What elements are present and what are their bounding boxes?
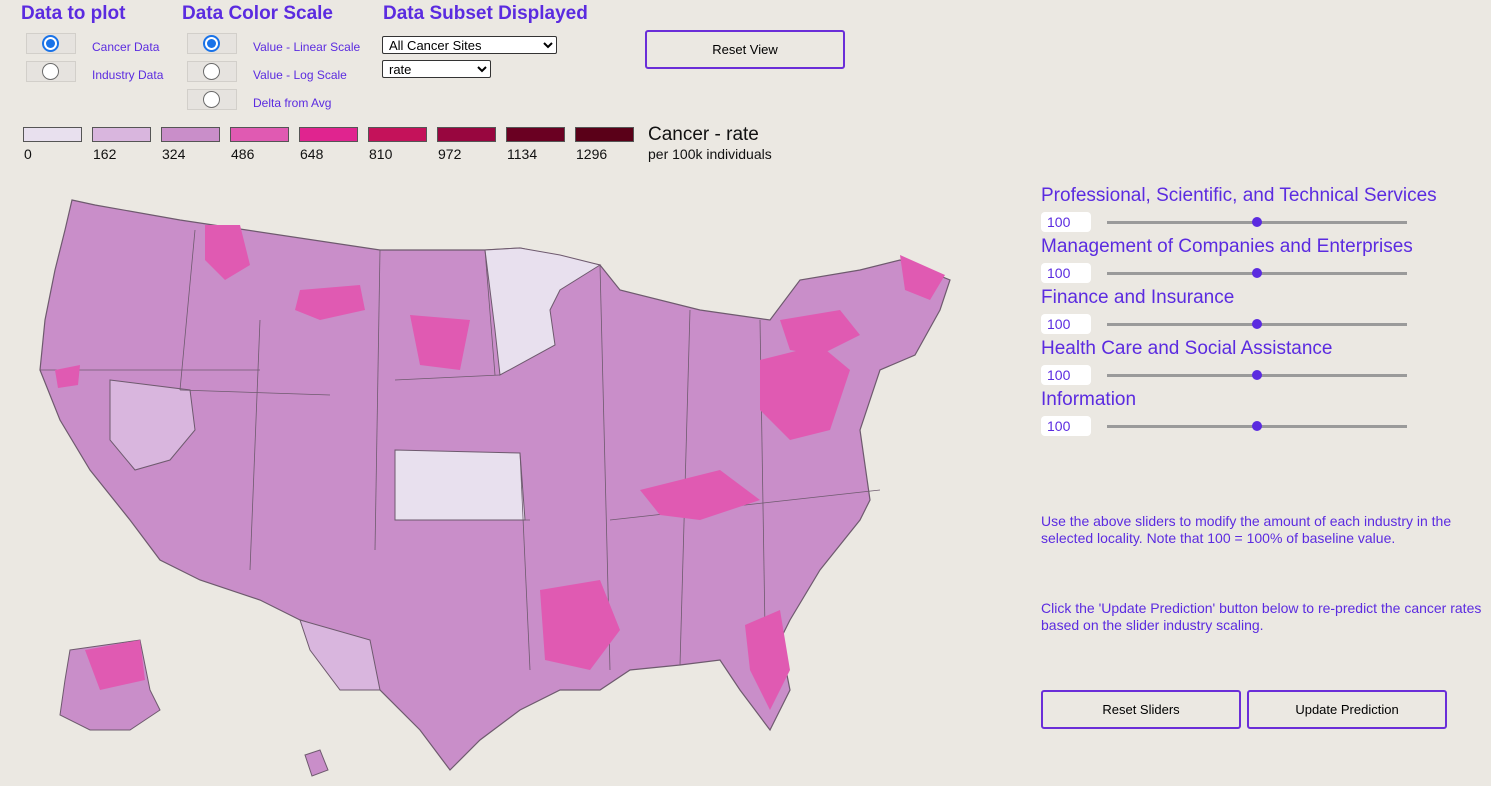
state-hawaii[interactable] [304, 749, 329, 777]
measure-select[interactable]: rate [382, 60, 491, 78]
delta-from-avg-radio[interactable] [187, 89, 237, 110]
slider-value-input[interactable]: 100 [1041, 416, 1091, 436]
slider-value-input[interactable]: 100 [1041, 263, 1091, 283]
slider-handle[interactable] [1252, 319, 1262, 329]
radio-unselected-icon [203, 63, 220, 80]
slider-handle[interactable] [1252, 421, 1262, 431]
legend-tick-label: 1296 [576, 146, 608, 162]
radio-selected-icon [42, 35, 59, 52]
legend-swatch [437, 127, 496, 142]
slider-label: Professional, Scientific, and Technical … [1041, 185, 1437, 206]
cancer-data-label: Cancer Data [92, 40, 160, 54]
slider-value-input[interactable]: 100 [1041, 212, 1091, 232]
linear-scale-label: Value - Linear Scale [253, 40, 361, 54]
industry-data-radio[interactable] [26, 61, 76, 82]
legend-tick-label: 486 [231, 146, 255, 162]
log-scale-radio[interactable] [187, 61, 237, 82]
legend-swatch [299, 127, 358, 142]
industry-data-label: Industry Data [92, 68, 164, 82]
slider-value-input[interactable]: 100 [1041, 365, 1091, 385]
legend-swatch [506, 127, 565, 142]
data-subset-heading: Data Subset Displayed [383, 3, 588, 24]
legend-tick-label: 648 [300, 146, 324, 162]
slider-label: Finance and Insurance [1041, 287, 1235, 308]
legend-swatch [92, 127, 151, 142]
legend-swatch [230, 127, 289, 142]
linear-scale-radio[interactable] [187, 33, 237, 54]
legend-tick-label: 0 [24, 146, 32, 162]
radio-unselected-icon [42, 63, 59, 80]
legend-swatch [161, 127, 220, 142]
slider-label: Health Care and Social Assistance [1041, 338, 1333, 359]
us-county-map[interactable] [0, 170, 990, 786]
slider-value-input[interactable]: 100 [1041, 314, 1091, 334]
cancer-site-select[interactable]: All Cancer Sites [382, 36, 557, 54]
log-scale-label: Value - Log Scale [253, 68, 347, 82]
state-regions [39, 199, 951, 777]
legend-swatch [368, 127, 427, 142]
radio-selected-icon [203, 35, 220, 52]
update-prediction-button[interactable]: Update Prediction [1247, 690, 1447, 729]
legend-tick-label: 1134 [507, 146, 538, 162]
state-kansas[interactable] [394, 449, 526, 521]
slider-label: Management of Companies and Enterprises [1041, 236, 1413, 257]
data-color-scale-heading: Data Color Scale [182, 3, 333, 24]
legend-subtitle: per 100k individuals [648, 146, 772, 162]
slider-handle[interactable] [1252, 217, 1262, 227]
legend-swatch [575, 127, 634, 142]
legend-title: Cancer - rate [648, 124, 759, 145]
data-to-plot-heading: Data to plot [21, 3, 126, 24]
radio-unselected-icon [203, 91, 220, 108]
slider-handle[interactable] [1252, 268, 1262, 278]
slider-label: Information [1041, 389, 1137, 410]
legend-tick-label: 162 [93, 146, 117, 162]
update-help-text: Click the 'Update Prediction' button bel… [1041, 600, 1482, 633]
legend-tick-label: 972 [438, 146, 462, 162]
legend-tick-label: 810 [369, 146, 393, 162]
legend-tick-label: 324 [162, 146, 186, 162]
slider-handle[interactable] [1252, 370, 1262, 380]
delta-from-avg-label: Delta from Avg [253, 96, 332, 110]
sliders-help-text: Use the above sliders to modify the amou… [1041, 513, 1452, 546]
reset-sliders-button[interactable]: Reset Sliders [1041, 690, 1241, 729]
reset-view-button[interactable]: Reset View [645, 30, 845, 69]
cancer-data-radio[interactable] [26, 33, 76, 54]
legend-swatch [23, 127, 82, 142]
